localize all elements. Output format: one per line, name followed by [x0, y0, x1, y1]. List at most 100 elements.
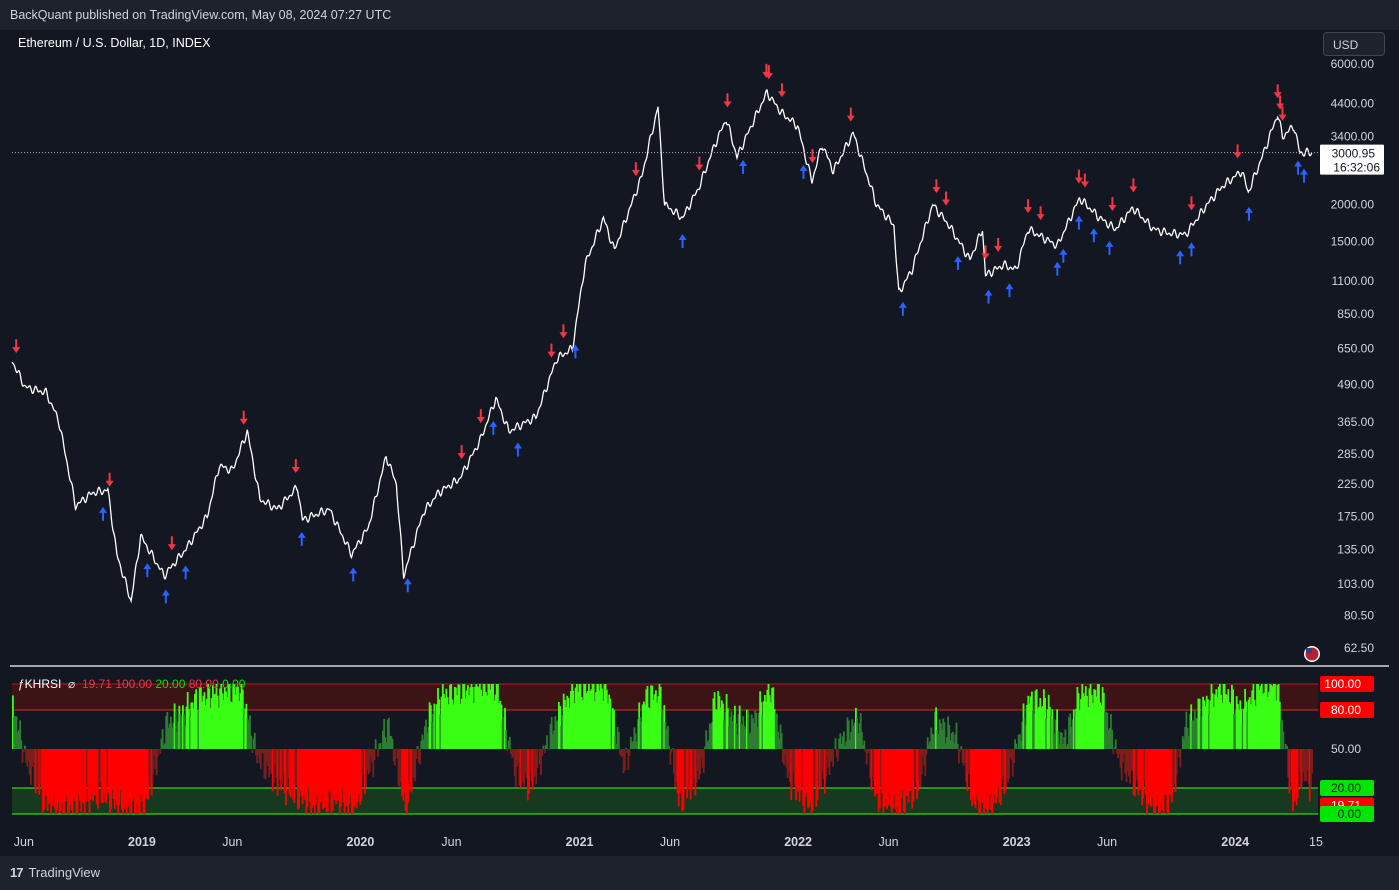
price-tick-label: 1100.00 [1332, 274, 1375, 288]
rsi-bar [419, 749, 421, 765]
sell-arrow-head [994, 245, 1003, 252]
rsi-bar [1282, 731, 1285, 749]
rsi-bar [1013, 749, 1015, 763]
sell-signal [105, 472, 114, 487]
price-tick-label: 850.00 [1337, 307, 1374, 321]
bottom-bar [0, 856, 1399, 890]
time-tick-label: 2024 [1221, 835, 1249, 849]
rsi-bar [505, 730, 508, 749]
indicator-axis-text: 0.00 [1338, 807, 1362, 821]
indicator-legend[interactable]: ƒKHRSI ⌀ 19.71 100.00 20.00 80.00 0.00 [18, 677, 245, 691]
sell-signal [981, 245, 990, 260]
rsi-bar [1286, 746, 1288, 749]
buy-arrow-head [403, 578, 412, 585]
buy-signal [1059, 248, 1068, 263]
sell-signal [808, 149, 817, 164]
price-tick-label: 175.00 [1337, 509, 1374, 523]
price-tick-label: 4400.00 [1331, 97, 1375, 111]
sell-signal [1074, 169, 1083, 184]
buy-arrow-head [1294, 160, 1303, 167]
indicator-pane [12, 683, 1318, 815]
tradingview-logo-icon: 17 [10, 865, 24, 880]
rsi-bar [1311, 749, 1313, 773]
sell-signal [777, 83, 786, 98]
sell-arrow-head [846, 115, 855, 122]
sell-arrow-head [239, 418, 248, 425]
time-tick-label: Jun [878, 835, 898, 849]
sell-arrow-head [476, 417, 485, 424]
sell-arrow-head [932, 187, 941, 194]
rsi-bar [159, 749, 162, 754]
rsi-bar [834, 738, 837, 749]
sell-signal [1233, 144, 1242, 159]
indicator-axis-label: 80.00 [1320, 702, 1374, 718]
indicator-axis: 100.0080.0050.0020.0019.710.00 [1320, 676, 1374, 822]
rsi-bar [251, 749, 254, 753]
indicator-name: ƒKHRSI [18, 677, 62, 691]
indicator-value-overbought: 80.00 [188, 677, 219, 691]
currency-button[interactable]: USD [1323, 32, 1385, 56]
oversold-zone [12, 788, 1318, 814]
chart-svg[interactable]: 6000.00 4400.00 3400.00 2000.00 1500.00 1100.… [0, 0, 1399, 890]
sell-arrow-head [941, 199, 950, 206]
buy-signal [984, 289, 993, 304]
buy-arrow-head [953, 256, 962, 263]
indicator-axis-label: 50.00 [1331, 742, 1361, 756]
buy-signal [898, 301, 907, 316]
indicator-axis-label: 20.00 [1320, 780, 1374, 796]
time-tick-label: 2020 [347, 835, 375, 849]
sell-arrow-head [457, 453, 466, 460]
sell-signal [547, 343, 556, 358]
sell-arrow-head [1187, 204, 1196, 211]
buy-arrow-head [1300, 168, 1309, 175]
buy-arrow-head [1074, 215, 1083, 222]
sell-arrow-head [547, 351, 556, 358]
time-tick-label: 2023 [1003, 835, 1031, 849]
indicator-value-oversold: 20.00 [155, 677, 186, 691]
buy-signal [99, 506, 108, 521]
sell-signal [846, 107, 855, 122]
buy-signal [181, 565, 190, 580]
price-pane [10, 63, 1389, 667]
rsi-bar [377, 749, 379, 757]
brand[interactable]: 17 TradingView [10, 865, 100, 880]
rsi-bar [394, 749, 396, 766]
indicator-value-lower: 0.00 [222, 677, 246, 691]
rsi-bar [1175, 749, 1178, 776]
buy-arrow-head [1244, 206, 1253, 213]
buy-arrow-head [489, 420, 498, 427]
settings-icon[interactable]: ⌀ [68, 677, 75, 691]
time-tick-label: Jun [222, 835, 242, 849]
time-tick-label: 2019 [128, 835, 156, 849]
sell-arrow-head [1024, 207, 1033, 214]
sell-signal [12, 339, 21, 354]
buy-arrow-head [161, 589, 170, 596]
buy-arrow-head [739, 159, 748, 166]
rsi-bar [391, 738, 394, 749]
rsi-bar [1179, 749, 1182, 768]
rsi-bar [863, 740, 866, 749]
indicator-axis-text: 100.00 [1324, 677, 1361, 691]
price-tick-label: 1500.00 [1331, 234, 1375, 248]
sell-signal [239, 410, 248, 425]
buy-arrow-head [1059, 248, 1068, 255]
buy-signal [1187, 242, 1196, 257]
rsi-bar [617, 731, 620, 749]
rsi-bar [24, 745, 26, 749]
flag-canton [1306, 648, 1312, 653]
time-tick-label: Jun [1097, 835, 1117, 849]
rsi-bar [925, 749, 928, 755]
price-tick-label: 62.50 [1344, 641, 1374, 655]
buy-signal [489, 420, 498, 435]
rsi-bar [506, 749, 509, 752]
buy-arrow-head [99, 506, 108, 513]
time-axis: Jun 2019 Jun 2020 Jun 2021 Jun 2022 Jun 2023 Jun 20… [14, 835, 1323, 849]
buy-signal [349, 567, 358, 582]
sell-arrow-head [1129, 186, 1138, 193]
countdown-value: 16:32:06 [1333, 161, 1380, 175]
sell-arrow-head [291, 466, 300, 473]
sell-arrow-head [1036, 214, 1045, 221]
buy-arrow-head [1176, 250, 1185, 257]
last-price-value: 3000.95 [1332, 147, 1376, 161]
indicator-axis-text: 20.00 [1331, 781, 1361, 795]
